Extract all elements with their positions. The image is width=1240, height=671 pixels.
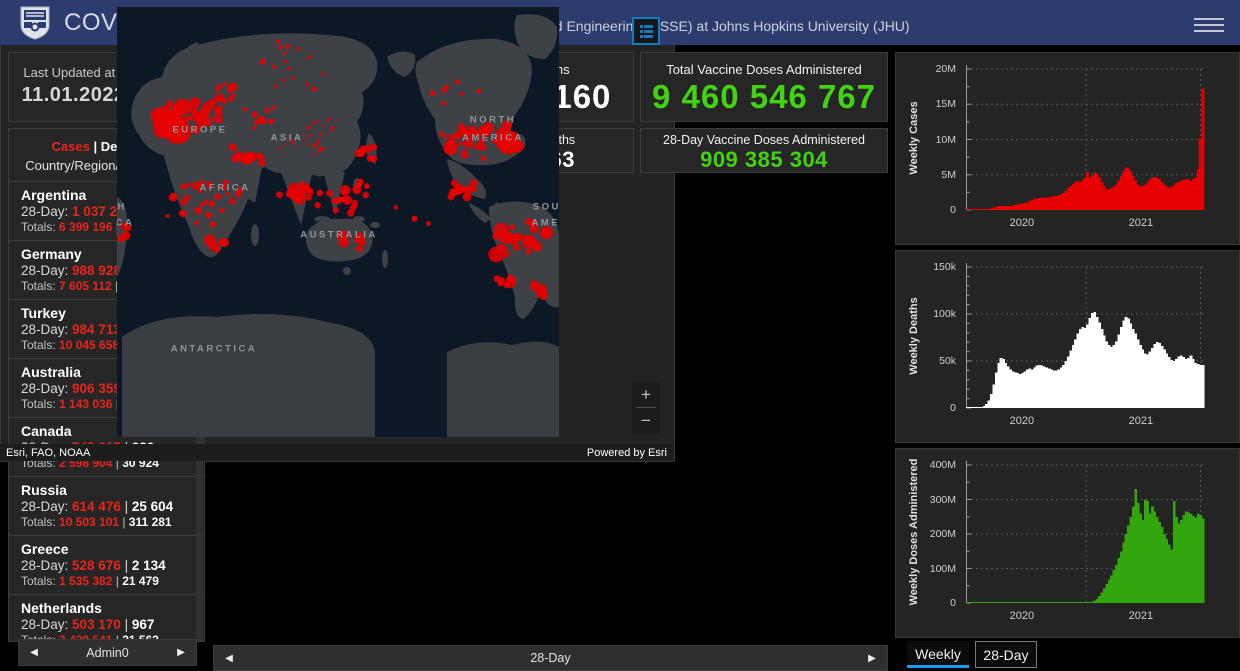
cases-legend: Cases (51, 139, 90, 154)
total-cases-value: 6 399 196 (59, 220, 113, 234)
case-dots-layer (117, 39, 554, 300)
map-region-label: AMERI (531, 217, 559, 229)
d28-cases-value: 984 713 (72, 322, 121, 337)
country-28day-line: 28-Day: 614 476 | 25 604 (21, 499, 174, 514)
d28-deaths-value: 25 604 (131, 499, 174, 514)
map-region-label: AFRICA (199, 182, 251, 194)
d28-deaths-value: 2 134 (131, 558, 166, 573)
total-cases-value: 1 143 036 (59, 397, 113, 411)
chart-plot (966, 461, 1205, 604)
list-item[interactable]: Greece 28-Day: 528 676 | 2 134 Totals: 1 5… (9, 535, 204, 594)
d28-cases-value: 988 928 (72, 263, 121, 278)
pager-next-icon[interactable]: ▶ (857, 653, 887, 664)
map-imagery[interactable]: EUROPEASIANORTHAMERICAAFRICAAUSTRALIASOU… (117, 7, 559, 437)
total-vaccine-card: Total Vaccine Doses Administered 9 460 5… (640, 52, 888, 122)
map-region-label: CA (117, 217, 135, 229)
admin-level-label: Admin0 (86, 645, 129, 660)
country-totals-line: Totals: 1 535 382 | 21 479 (21, 574, 159, 588)
d28-deaths-value: 967 (131, 617, 155, 632)
y-tick-label: 100M (929, 562, 956, 575)
d28-vaccine-value: 909 385 304 (700, 147, 828, 172)
map-zoom-control: + − (632, 382, 660, 434)
map-timeframe-pager: ◀ 28-Day ▶ (213, 645, 888, 671)
y-tick-label: 0 (950, 204, 956, 216)
country-name: Netherlands (21, 600, 102, 616)
attribution-sources: Esri, FAO, NOAA (6, 446, 91, 459)
zoom-out-button[interactable]: − (632, 408, 660, 433)
y-tick-label: 10M (935, 133, 956, 146)
total-deaths-value: 311 281 (128, 515, 172, 529)
total-cases-value: 1 535 382 (59, 574, 113, 588)
map-region-label: EUROPE (172, 124, 228, 136)
d28-vaccine-label: 28-Day Vaccine Doses Administered (663, 133, 865, 147)
pager-next-icon[interactable]: ▶ (166, 647, 196, 658)
map-region-label: ASIA (270, 132, 304, 144)
jhu-logo-icon (20, 6, 50, 40)
map-timeframe-label: 28-Day (530, 651, 571, 665)
map-region-label: NORTH (469, 114, 517, 126)
d28-cases-value: 503 170 (72, 617, 121, 632)
attribution-esri: Powered by Esri (586, 446, 667, 459)
total-cases-value: 7 605 112 (59, 279, 112, 293)
y-tick-label: 50k (939, 355, 956, 367)
d28-cases-value: 528 676 (72, 558, 121, 573)
total-vaccine-value: 9 460 546 767 (651, 78, 877, 115)
y-tick-label: 20M (935, 63, 956, 75)
y-tick-label: 150k (933, 261, 956, 273)
map-attribution: Esri, FAO, NOAA Powered by Esri (0, 444, 673, 461)
list-item[interactable]: Russia 28-Day: 614 476 | 25 604 Totals: 10… (9, 476, 204, 535)
chart-timeframe-tabs: Weekly 28-Day (895, 640, 1240, 671)
country-name: Russia (21, 482, 67, 498)
y-tick-label: 0 (950, 402, 956, 414)
covid-dashboard: COVID-19 Dashboard by the Center for Sys… (0, 0, 1240, 671)
map-region-label: H (117, 201, 127, 213)
d28-vaccine-card: 28-Day Vaccine Doses Administered 909 38… (640, 128, 888, 173)
tab-weekly[interactable]: Weekly (907, 641, 969, 668)
country-name: Greece (21, 541, 69, 557)
map-region-label: SOUT (532, 201, 559, 213)
map-region-label: ANTARCTICA (170, 343, 258, 355)
tab-28-day[interactable]: 28-Day (975, 641, 1037, 668)
y-tick-label: 100k (933, 308, 956, 320)
total-cases-value: 10 045 658 (59, 338, 120, 352)
y-tick-label: 15M (935, 98, 956, 111)
y-tick-label: 0 (950, 597, 956, 609)
list-item[interactable]: Netherlands 28-Day: 503 170 | 967 Totals: … (9, 594, 204, 641)
weekly-doses-chart: Weekly Doses Administered 0 100M 200M 300M 40… (895, 448, 1240, 638)
chart-plot (966, 263, 1205, 409)
weekly-deaths-chart: Weekly Deaths 0 50k 100k 150k 2020 2021 (895, 250, 1240, 443)
weekly-cases-chart: Weekly Cases 0 5M 10M 15M 20M 2020 2021 (895, 52, 1240, 245)
chart-plot (966, 65, 1205, 211)
chart-y-axis-label: Weekly Deaths (908, 296, 920, 375)
admin-level-pager: ◀ Admin0 ▶ (18, 639, 197, 666)
y-tick-label: 300M (929, 493, 956, 506)
country-totals-line: Totals: 10 503 101 | 311 281 (21, 515, 172, 529)
d28-cases-value: 614 476 (72, 499, 121, 514)
country-28day-line: 28-Day: 528 676 | 2 134 (21, 558, 166, 573)
total-cases-value: 10 503 101 (59, 515, 120, 529)
y-tick-label: 5M (941, 168, 956, 181)
total-deaths-value: 21 479 (122, 574, 159, 588)
layer-list-button[interactable] (632, 17, 660, 45)
zoom-in-button[interactable]: + (632, 382, 660, 407)
y-tick-label: 400M (929, 459, 956, 471)
pager-prev-icon[interactable]: ◀ (19, 647, 49, 658)
pager-prev-icon[interactable]: ◀ (214, 653, 244, 664)
total-vaccine-label: Total Vaccine Doses Administered (666, 62, 862, 77)
y-tick-label: 200M (929, 528, 956, 540)
country-28day-line: 28-Day: 503 170 | 967 (21, 617, 155, 632)
menu-icon[interactable] (1194, 14, 1224, 36)
d28-cases-value: 906 359 (72, 381, 121, 396)
map-region-label: AMERICA (462, 132, 524, 144)
map-region-label: AUSTRALIA (300, 229, 378, 241)
